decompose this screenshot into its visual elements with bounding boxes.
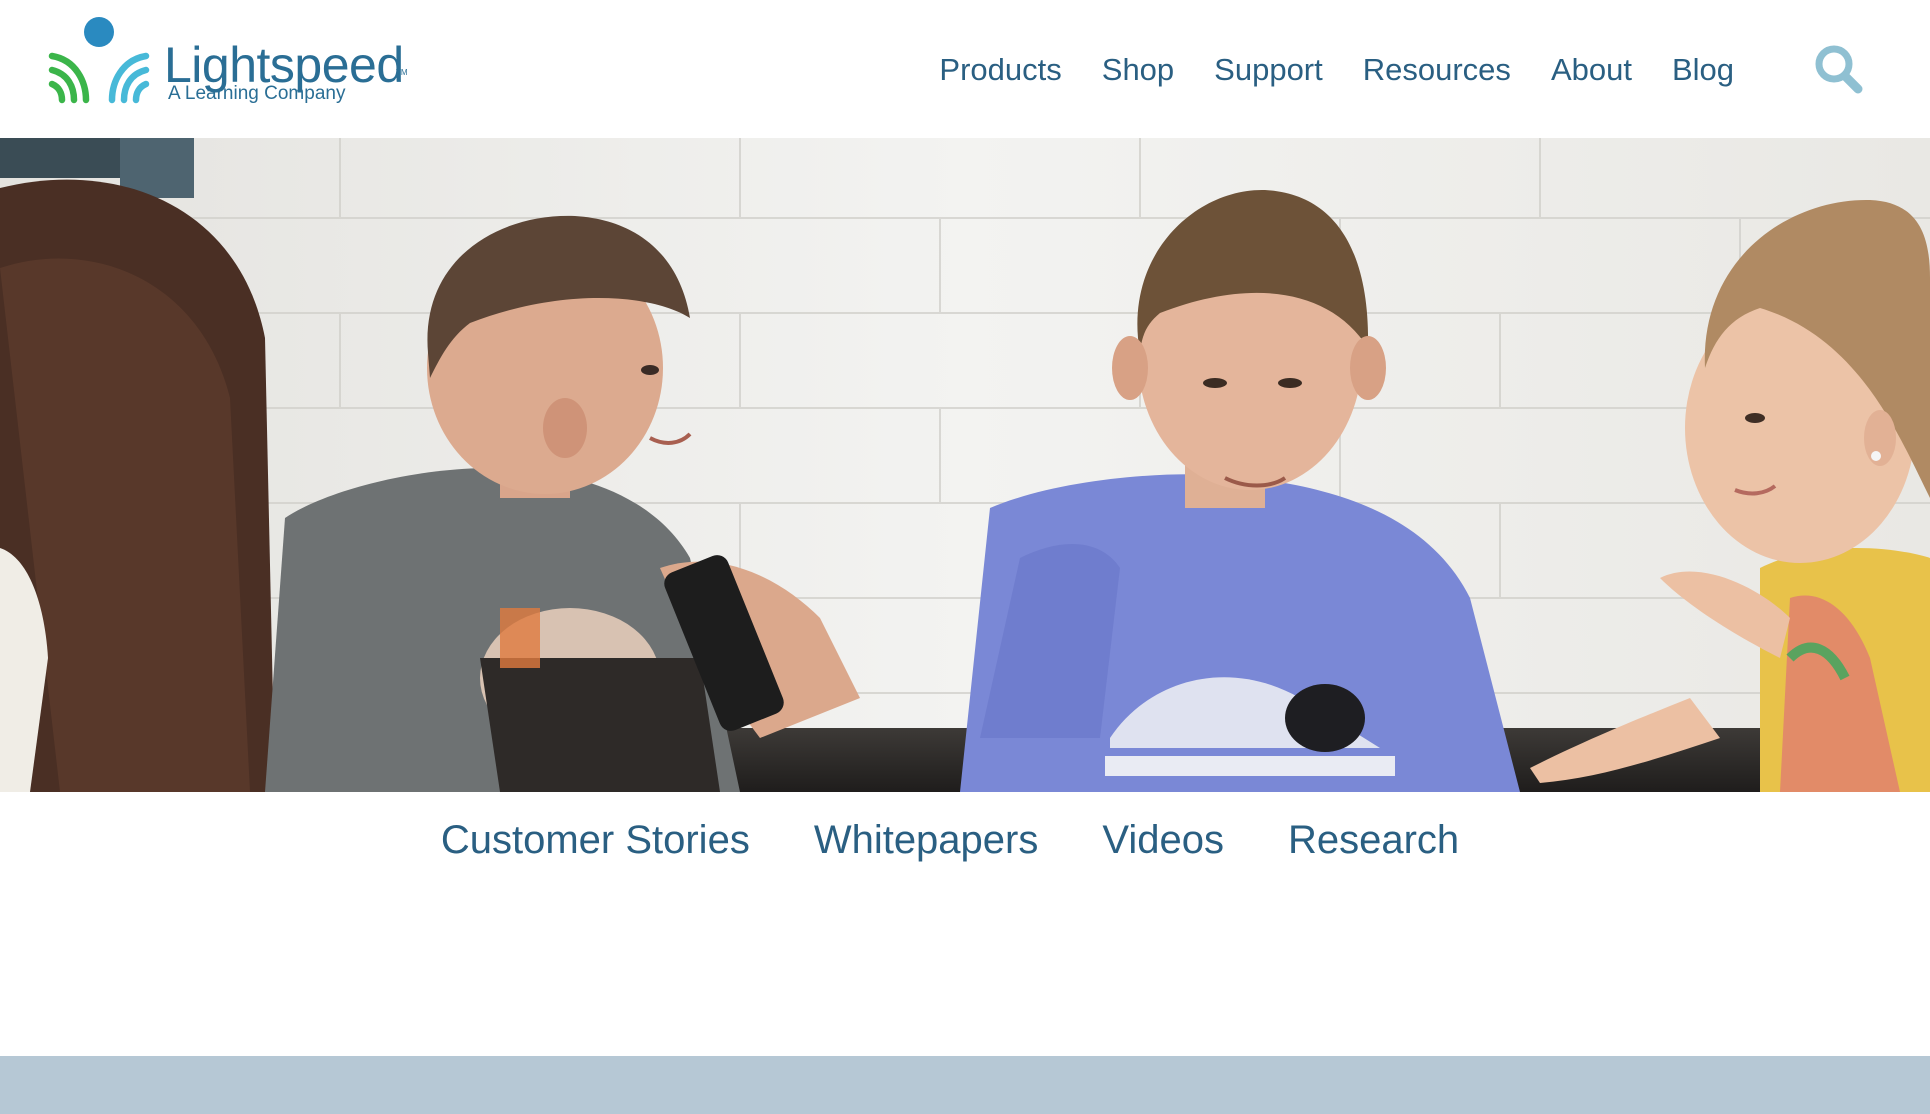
- nav-shop[interactable]: Shop: [1082, 46, 1194, 94]
- nav-support[interactable]: Support: [1194, 46, 1343, 94]
- page: Lightspeed TM A Learning Company Product…: [0, 0, 1930, 1114]
- main-nav: Products Shop Support Resources About Bl…: [919, 46, 1754, 94]
- nav-products[interactable]: Products: [919, 46, 1081, 94]
- search-icon: [1815, 45, 1863, 94]
- resources-subnav: Customer Stories Whitepapers Videos Rese…: [0, 792, 1930, 888]
- subnav-customer-stories[interactable]: Customer Stories: [441, 812, 750, 868]
- subnav-whitepapers[interactable]: Whitepapers: [814, 812, 1039, 868]
- nav-about[interactable]: About: [1531, 46, 1652, 94]
- search-button[interactable]: [1814, 44, 1864, 96]
- students-photo: [0, 138, 1930, 792]
- logo-mark-icon: [48, 17, 150, 104]
- logo-tagline: A Learning Company: [168, 83, 346, 104]
- nav-resources[interactable]: Resources: [1343, 46, 1531, 94]
- hero-image: [0, 138, 1930, 792]
- site-header: Lightspeed TM A Learning Company Product…: [0, 0, 1930, 138]
- nav-blog[interactable]: Blog: [1652, 46, 1754, 94]
- subnav-research[interactable]: Research: [1288, 812, 1459, 868]
- content-band: [0, 1056, 1930, 1114]
- subnav-videos[interactable]: Videos: [1102, 812, 1224, 868]
- logo-trademark: TM: [396, 68, 408, 77]
- lightspeed-logo[interactable]: Lightspeed TM A Learning Company: [44, 12, 424, 112]
